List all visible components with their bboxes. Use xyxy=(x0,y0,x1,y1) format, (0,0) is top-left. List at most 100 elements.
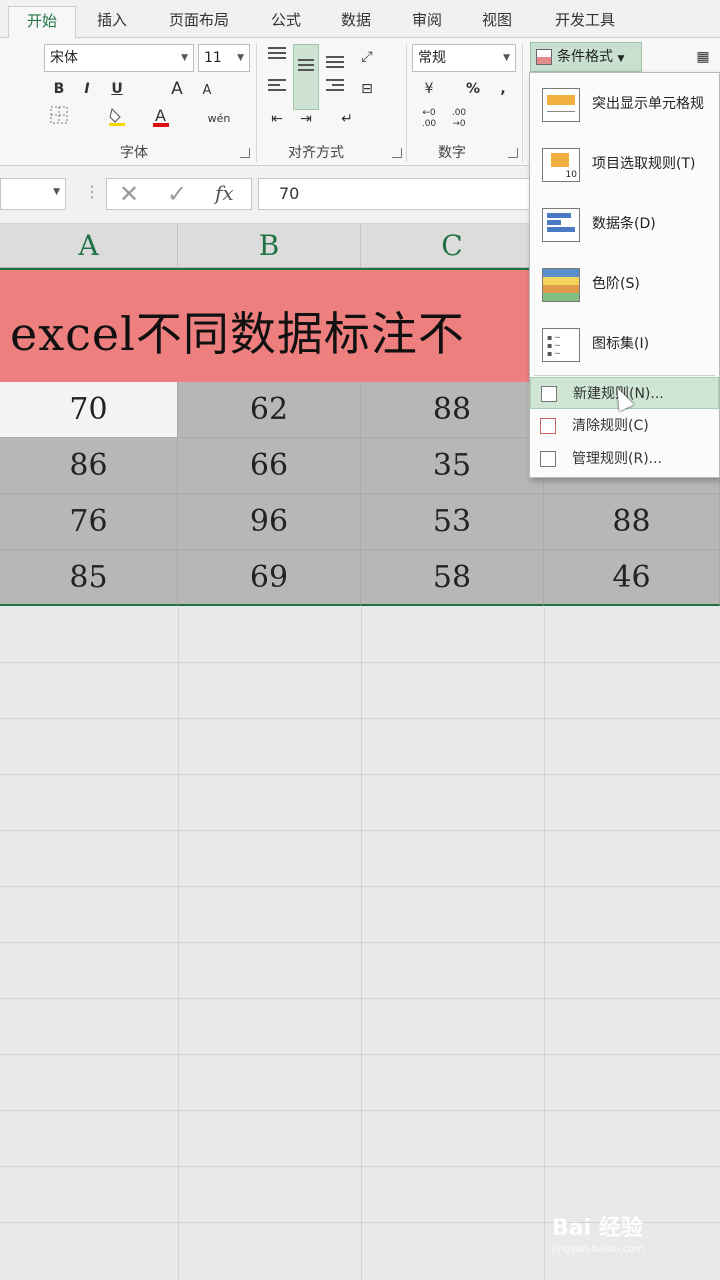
chevron-down-icon: ▼ xyxy=(181,53,188,63)
group-label-font: 字体 xyxy=(120,145,148,161)
font-dialog-launcher[interactable] xyxy=(240,148,250,158)
cell-b5[interactable]: 69 xyxy=(178,550,361,606)
column-header-b[interactable]: B xyxy=(178,224,361,268)
alignment-dialog-launcher[interactable] xyxy=(392,148,402,158)
align-middle-icon[interactable] xyxy=(293,44,319,110)
tab-developer[interactable]: 开发工具 xyxy=(540,6,630,38)
number-format-select[interactable]: 常规 ▼ xyxy=(412,44,516,72)
menu-item-top-bottom-rules[interactable]: 10 项目选取规则(T) xyxy=(530,135,719,193)
tab-review[interactable]: 审阅 xyxy=(396,6,458,38)
cell-c3[interactable]: 35 xyxy=(361,438,544,494)
gridline xyxy=(0,662,720,663)
menu-item-data-bars[interactable]: 数据条(D) xyxy=(530,195,719,253)
cell-a5[interactable]: 85 xyxy=(0,550,178,606)
tab-formulas[interactable]: 公式 xyxy=(256,6,316,38)
fill-color-icon[interactable] xyxy=(104,106,130,132)
cell-c5[interactable]: 58 xyxy=(361,550,544,606)
currency-format-icon[interactable]: ¥ xyxy=(416,76,442,102)
cell-a4[interactable]: 76 xyxy=(0,494,178,550)
menu-item-clear-rules[interactable]: 清除规则(C) xyxy=(530,410,719,442)
ribbon-tabs: 开始 插入 页面布局 公式 数据 审阅 视图 开发工具 xyxy=(0,0,720,38)
align-top-icon[interactable] xyxy=(264,44,290,70)
font-color-icon[interactable]: A xyxy=(148,106,174,132)
separator xyxy=(522,44,523,162)
phonetic-icon[interactable]: wén xyxy=(206,106,232,132)
font-name-select[interactable]: 宋体 ▼ xyxy=(44,44,194,72)
cell-b3[interactable]: 66 xyxy=(178,438,361,494)
insert-function-icon[interactable]: fx xyxy=(215,181,234,205)
merge-center-icon[interactable]: ⊟ xyxy=(354,76,380,102)
clear-rules-icon xyxy=(540,418,556,434)
cell-c2[interactable]: 88 xyxy=(361,382,544,438)
bold-button[interactable]: B xyxy=(46,76,72,102)
gridline xyxy=(178,608,179,1280)
align-right-icon[interactable] xyxy=(322,76,348,102)
cell-d5[interactable]: 46 xyxy=(544,550,720,606)
manage-rules-icon xyxy=(540,451,556,467)
menu-item-color-scales[interactable]: 色阶(S) xyxy=(530,255,719,313)
cell-a2[interactable]: 70 xyxy=(0,382,178,438)
underline-button[interactable]: U xyxy=(104,76,130,102)
group-label-alignment: 对齐方式 xyxy=(288,145,344,161)
gridline xyxy=(0,1110,720,1111)
conditional-format-button[interactable]: 条件格式 ▼ xyxy=(530,42,642,72)
borders-icon[interactable] xyxy=(46,106,72,132)
cancel-icon[interactable]: ✕ xyxy=(119,180,139,208)
decrease-decimal-icon[interactable]: .00 →0 xyxy=(446,106,472,132)
percent-button[interactable]: % xyxy=(460,76,486,102)
tab-page-layout[interactable]: 页面布局 xyxy=(158,6,240,38)
enter-icon[interactable]: ✓ xyxy=(167,180,187,208)
gridline xyxy=(0,774,720,775)
gridline xyxy=(544,608,545,1280)
tab-insert[interactable]: 插入 xyxy=(82,6,142,38)
column-header-a[interactable]: A xyxy=(0,224,178,268)
data-bars-icon xyxy=(542,208,580,242)
chevron-down-icon: ▼ xyxy=(503,53,510,63)
cell-c4[interactable]: 53 xyxy=(361,494,544,550)
gridline xyxy=(361,608,362,1280)
new-rule-icon xyxy=(541,386,557,402)
shrink-font-button[interactable]: A xyxy=(194,78,220,104)
menu-item-manage-rules[interactable]: 管理规则(R)... xyxy=(530,443,719,475)
gridline xyxy=(0,1166,720,1167)
increase-indent-icon[interactable]: ⇥ xyxy=(293,106,319,132)
gridline xyxy=(0,886,720,887)
name-box[interactable]: ▼ xyxy=(0,178,66,210)
color-scales-icon xyxy=(542,268,580,302)
align-bottom-icon[interactable] xyxy=(322,48,348,74)
cell-styles-icon[interactable]: ▦ xyxy=(690,44,716,70)
separator xyxy=(406,44,407,162)
gridline xyxy=(0,998,720,999)
decrease-indent-icon[interactable]: ⇤ xyxy=(264,106,290,132)
cell-b4[interactable]: 96 xyxy=(178,494,361,550)
cell-d4[interactable]: 88 xyxy=(544,494,720,550)
chevron-down-icon: ▼ xyxy=(237,53,244,63)
menu-item-icon-sets[interactable]: ▪ ─ ▪ ─ ▪ ─ 图标集(I) xyxy=(530,315,719,373)
group-label-number: 数字 xyxy=(438,145,466,161)
gridline xyxy=(0,942,720,943)
tab-home[interactable]: 开始 xyxy=(8,6,76,38)
menu-separator xyxy=(534,375,715,376)
number-dialog-launcher[interactable] xyxy=(508,148,518,158)
title-text: excel不同数据标注不 xyxy=(10,307,465,361)
comma-button[interactable]: , xyxy=(490,76,516,102)
tab-view[interactable]: 视图 xyxy=(466,6,528,38)
tab-data[interactable]: 数据 xyxy=(326,6,386,38)
gridline xyxy=(0,1054,720,1055)
italic-button[interactable]: I xyxy=(74,76,100,102)
icon-sets-icon: ▪ ─ ▪ ─ ▪ ─ xyxy=(542,328,580,362)
increase-decimal-icon[interactable]: ←0.00 xyxy=(416,106,442,132)
grow-font-button[interactable]: A xyxy=(164,76,190,102)
cell-b2[interactable]: 62 xyxy=(178,382,361,438)
column-header-c[interactable]: C xyxy=(361,224,544,268)
cell-a3[interactable]: 86 xyxy=(0,438,178,494)
align-left-icon[interactable] xyxy=(264,76,290,102)
chevron-down-icon: ▼ xyxy=(53,187,60,197)
resize-handle-icon[interactable]: ⋮ xyxy=(84,182,100,201)
wrap-text-icon[interactable]: ↵ xyxy=(334,106,360,132)
orientation-icon[interactable]: ⤢ xyxy=(354,44,380,70)
svg-text:A: A xyxy=(155,106,166,125)
gridline xyxy=(0,718,720,719)
font-size-select[interactable]: 11 ▼ xyxy=(198,44,250,72)
menu-item-highlight-rules[interactable]: 突出显示单元格规 xyxy=(530,75,719,133)
